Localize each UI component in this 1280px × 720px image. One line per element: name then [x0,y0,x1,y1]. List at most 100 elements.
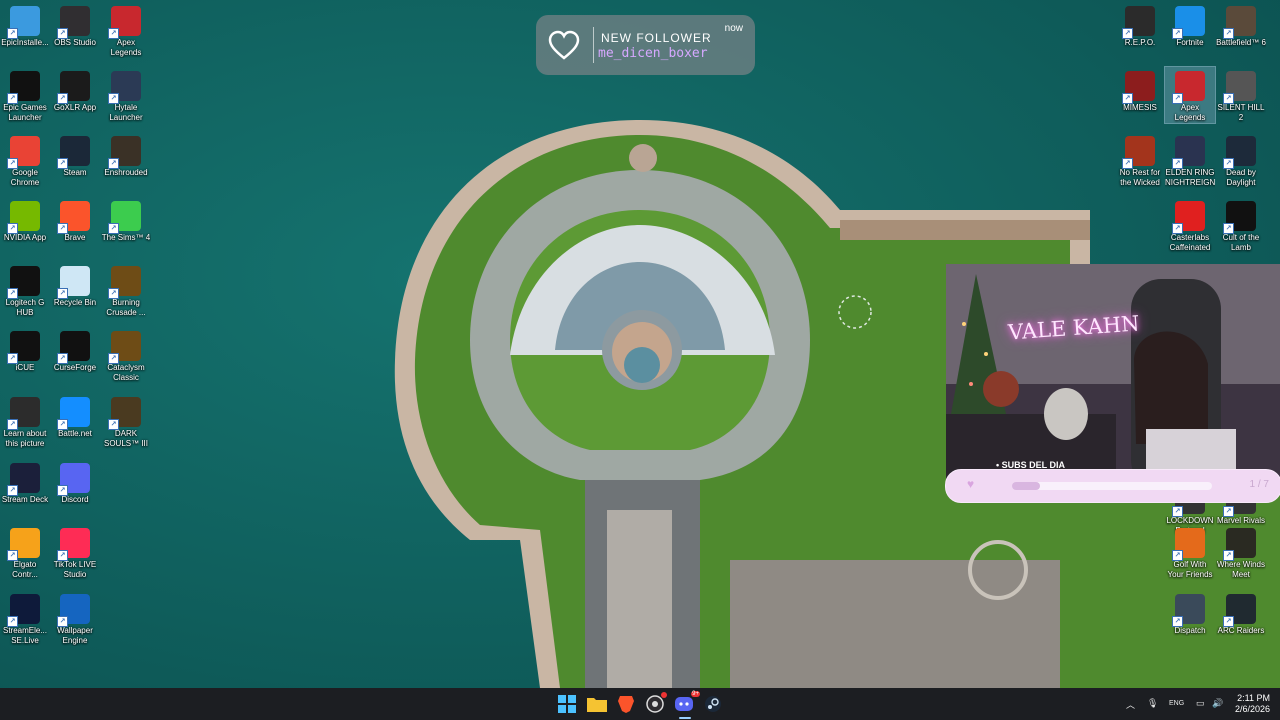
desktop-icon[interactable]: ↗ Battle.net [50,393,100,439]
desktop-icon-label: Burning Crusade ... [106,298,146,317]
shortcut-arrow-icon: ↗ [1172,506,1183,517]
desktop-icon[interactable]: ↗ No Rest for the Wicked [1115,132,1165,188]
taskbar: 9+ ︿ 🎙 ENG ▭ 🔊 2:11 PM 2/6/2026 [0,688,1280,720]
goxlr-icon: ↗ [57,71,90,104]
shortcut-arrow-icon: ↗ [1223,223,1234,234]
desktop-icon[interactable]: ↗ Enshrouded [101,132,151,178]
desktop-icon-label: ARC Raiders [1217,626,1265,635]
desktop-icon[interactable]: ↗ Hytale Launcher [101,67,151,123]
desktop-icon[interactable]: ↗ OBS Studio [50,2,100,48]
steam-icon: ↗ [57,136,90,169]
desktop-icon[interactable]: ↗ iCUE [0,327,50,373]
desktop-icon-label: iCUE [15,363,35,372]
shortcut-arrow-icon: ↗ [57,616,68,627]
desktop-icon[interactable]: ↗ Steam [50,132,100,178]
desktop-icon[interactable]: ↗ EpicInstalle... [0,2,50,48]
shortcut-arrow-icon: ↗ [1223,616,1234,627]
elgato-icon: ↗ [7,528,40,561]
discord-icon[interactable]: 9+ [672,691,700,716]
desktop-icon[interactable]: ↗ Dispatch [1165,590,1215,636]
desktop-icon[interactable]: ↗ CurseForge [50,327,100,373]
tiktok-icon: ↗ [57,528,90,561]
desktop-icon[interactable]: ↗ Where Winds Meet [1216,524,1266,580]
desktop-icon[interactable]: ↗ Apex Legends [101,2,151,58]
clock-date: 2/6/2026 [1234,704,1270,714]
desktop-icon-label: Steam [63,168,87,177]
desktop-icon-label: CurseForge [53,363,97,372]
desktop-icon[interactable]: ↗ R.E.P.O. [1115,2,1165,48]
desktop-icon[interactable]: ↗ ARC Raiders [1216,590,1266,636]
network-icon[interactable]: ▭ [1196,698,1205,709]
desktop-icon[interactable]: ↗ Battlefield™ 6 [1216,2,1266,48]
desktop-icon[interactable]: ↗ Elgato Contr... [0,524,50,580]
desktop-icon[interactable]: ↗ Google Chrome [0,132,50,188]
chevron-up-icon[interactable]: ︿ [1126,698,1135,711]
obs-icon: ↗ [57,6,90,39]
desktop-icon-label: Brave [64,233,86,242]
desktop-icon-label: Stream Deck [1,495,49,504]
shortcut-arrow-icon: ↗ [7,28,18,39]
volume-icon[interactable]: 🔊 [1212,698,1223,709]
desktop-icon[interactable]: ↗ Casterlabs Caffeinated [1165,197,1215,253]
casterlabs-icon: ↗ [1172,201,1205,234]
desktop-icon[interactable]: ↗ Stream Deck [0,459,50,505]
desktop-icon[interactable]: ↗ Logitech G HUB [0,262,50,318]
desktop-icon[interactable]: ↗ NVIDIA App [0,197,50,243]
subs-progress-bar: ♥ 1 / 7 [945,469,1280,503]
steam-icon[interactable] [701,692,725,716]
desktop-icon[interactable]: ↗ StreamEle... SE.Live [0,590,50,646]
windows-start-icon[interactable] [555,692,579,716]
desktop-icon-label: Dispatch [1174,626,1206,635]
desktop-icon-label: Enshrouded [104,168,148,177]
desktop-icon[interactable]: ↗ Dead by Daylight [1216,132,1266,188]
desktop-icon[interactable]: ↗ Cult of the Lamb [1216,197,1266,253]
desktop-icon-label: SILENT HILL 2 [1217,103,1265,122]
desktop-icon[interactable]: ↗ GoXLR App [50,67,100,113]
desktop-icon[interactable]: ↗ The Sims™ 4 [101,197,151,243]
desktop-icon[interactable]: ↗ Cataclysm Classic [101,327,151,383]
brave-icon[interactable] [614,692,638,716]
language-indicator[interactable]: ENG [1169,700,1184,707]
desktop-icon[interactable]: ↗ Recycle Bin [50,262,100,308]
sims-icon: ↗ [108,201,141,234]
heart-icon: ♥ [967,477,975,491]
desktop-icon[interactable]: ↗ Epic Games Launcher [0,67,50,123]
desktop-icon[interactable]: ↗ Golf With Your Friends [1165,524,1215,580]
shortcut-arrow-icon: ↗ [1122,93,1133,104]
desktop-icon[interactable]: ↗ Fortnite [1165,2,1215,48]
desktop-icon[interactable]: ↗ SILENT HILL 2 [1216,67,1266,123]
shortcut-arrow-icon: ↗ [1223,28,1234,39]
desktop-icon[interactable]: ↗ Learn about this picture [0,393,50,449]
desktop-icon[interactable]: ↗ Burning Crusade ... [101,262,151,318]
desktop-icon-label: OBS Studio [54,38,96,47]
shortcut-arrow-icon: ↗ [7,485,18,496]
shortcut-arrow-icon: ↗ [7,616,18,627]
webcam-overlay: VALE KAHN [946,264,1280,490]
clock[interactable]: 2:11 PM 2/6/2026 [1235,693,1270,715]
desktop-icon-label: StreamEle... SE.Live [2,626,47,645]
desktop-icon[interactable]: ↗ Discord [50,459,100,505]
fortnite-icon: ↗ [1172,6,1205,39]
shortcut-arrow-icon: ↗ [7,223,18,234]
file-explorer-icon[interactable] [585,692,609,716]
obs-icon[interactable] [643,692,667,716]
desktop-icon[interactable]: ↗ Brave [50,197,100,243]
taskbar-active-indicator [679,717,691,719]
desktop-icon[interactable]: ↗ Wallpaper Engine [50,590,100,646]
desktop-icon[interactable]: ↗ TikTok LIVE Studio [50,524,100,580]
shortcut-arrow-icon: ↗ [108,93,119,104]
desktop-icon[interactable]: ↗ DARK SOULS™ III [101,393,151,449]
desktop-icon[interactable]: ↗ MIMESIS [1115,67,1165,113]
shortcut-arrow-icon: ↗ [57,485,68,496]
microphone-icon[interactable]: 🎙 [1147,698,1158,709]
streamelements-icon: ↗ [7,594,40,627]
desktop-icon-label: Epic Games Launcher [3,103,47,122]
desktop-icon[interactable]: ↗ ELDEN RING NIGHTREIGN [1165,132,1215,188]
shortcut-arrow-icon: ↗ [7,419,18,430]
cultofthelamb-icon: ↗ [1223,201,1256,234]
desktop-icon-label: Learn about this picture [3,429,47,448]
shortcut-arrow-icon: ↗ [57,28,68,39]
desktop-icon[interactable]: ↗ Apex Legends [1164,66,1216,124]
shortcut-arrow-icon: ↗ [57,288,68,299]
desktop-icon-label: DARK SOULS™ III [103,429,148,448]
